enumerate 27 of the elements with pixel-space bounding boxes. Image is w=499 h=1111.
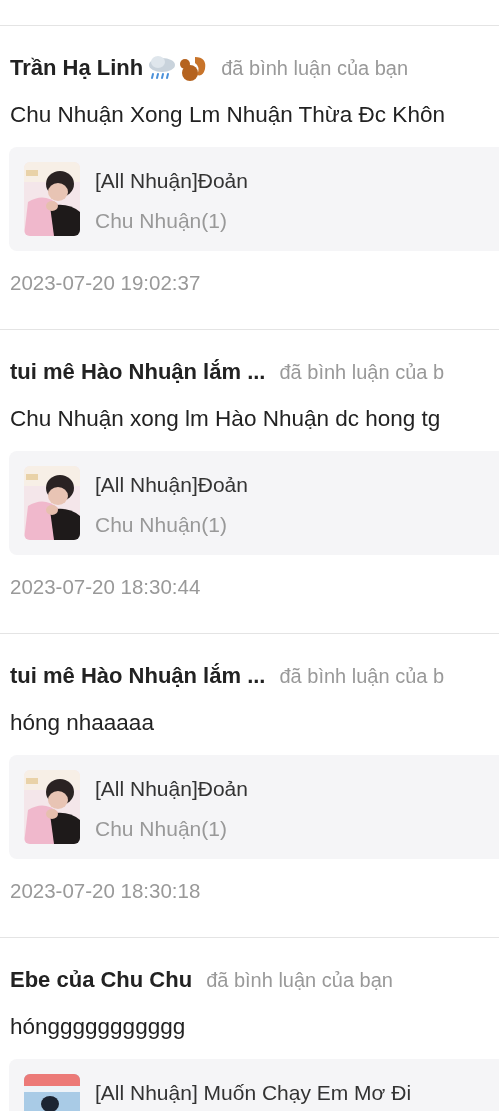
- timestamp: 2023-07-20 19:02:37: [10, 270, 202, 296]
- action-text: đã bình luận của bạn: [206, 968, 393, 992]
- story-chapter: Chu Nhuận(1): [95, 512, 228, 538]
- user-name[interactable]: Ebe của Chu Chu: [10, 967, 193, 993]
- action-text: đã bình luận của bạn: [221, 56, 409, 80]
- comment-text: hónggggggggggg: [10, 1013, 187, 1041]
- rain-cloud-icon: [147, 54, 178, 82]
- story-title: [All Nhuận]Đoản: [95, 472, 248, 498]
- story-card[interactable]: [All Nhuận]Đoản Chu Nhuận(1): [9, 147, 499, 251]
- story-card[interactable]: [All Nhuận] Muốn Chạy Em Mơ Đi: [9, 1059, 499, 1111]
- story-title: [All Nhuận] Muốn Chạy Em Mơ Đi: [95, 1080, 412, 1106]
- action-text: đã bình luận của b: [279, 360, 445, 384]
- comment-text: hóng nhaaaaa: [10, 709, 155, 737]
- story-title: [All Nhuận]Đoản: [95, 168, 248, 194]
- story-title: [All Nhuận]Đoản: [95, 776, 248, 802]
- story-card[interactable]: [All Nhuận]Đoản Chu Nhuận(1): [9, 755, 499, 859]
- timestamp: 2023-07-20 18:30:18: [10, 878, 202, 904]
- user-name[interactable]: tui mê Hào Nhuận lắm ...: [10, 359, 266, 385]
- action-text: đã bình luận của b: [279, 664, 445, 688]
- timestamp: 2023-07-20 18:30:44: [10, 574, 202, 600]
- story-card[interactable]: [All Nhuận]Đoản Chu Nhuận(1): [9, 451, 499, 555]
- comment-text: Chu Nhuận xong lm Hào Nhuận dc hong tg: [10, 405, 442, 433]
- user-name[interactable]: tui mê Hào Nhuận lắm ...: [10, 663, 266, 689]
- user-name[interactable]: Trần Hạ Linh: [10, 55, 144, 81]
- story-chapter: Chu Nhuận(1): [95, 208, 228, 234]
- comment-text: Chu Nhuận Xong Lm Nhuận Thừa Đc Khôn: [10, 101, 446, 129]
- story-chapter: Chu Nhuận(1): [95, 816, 228, 842]
